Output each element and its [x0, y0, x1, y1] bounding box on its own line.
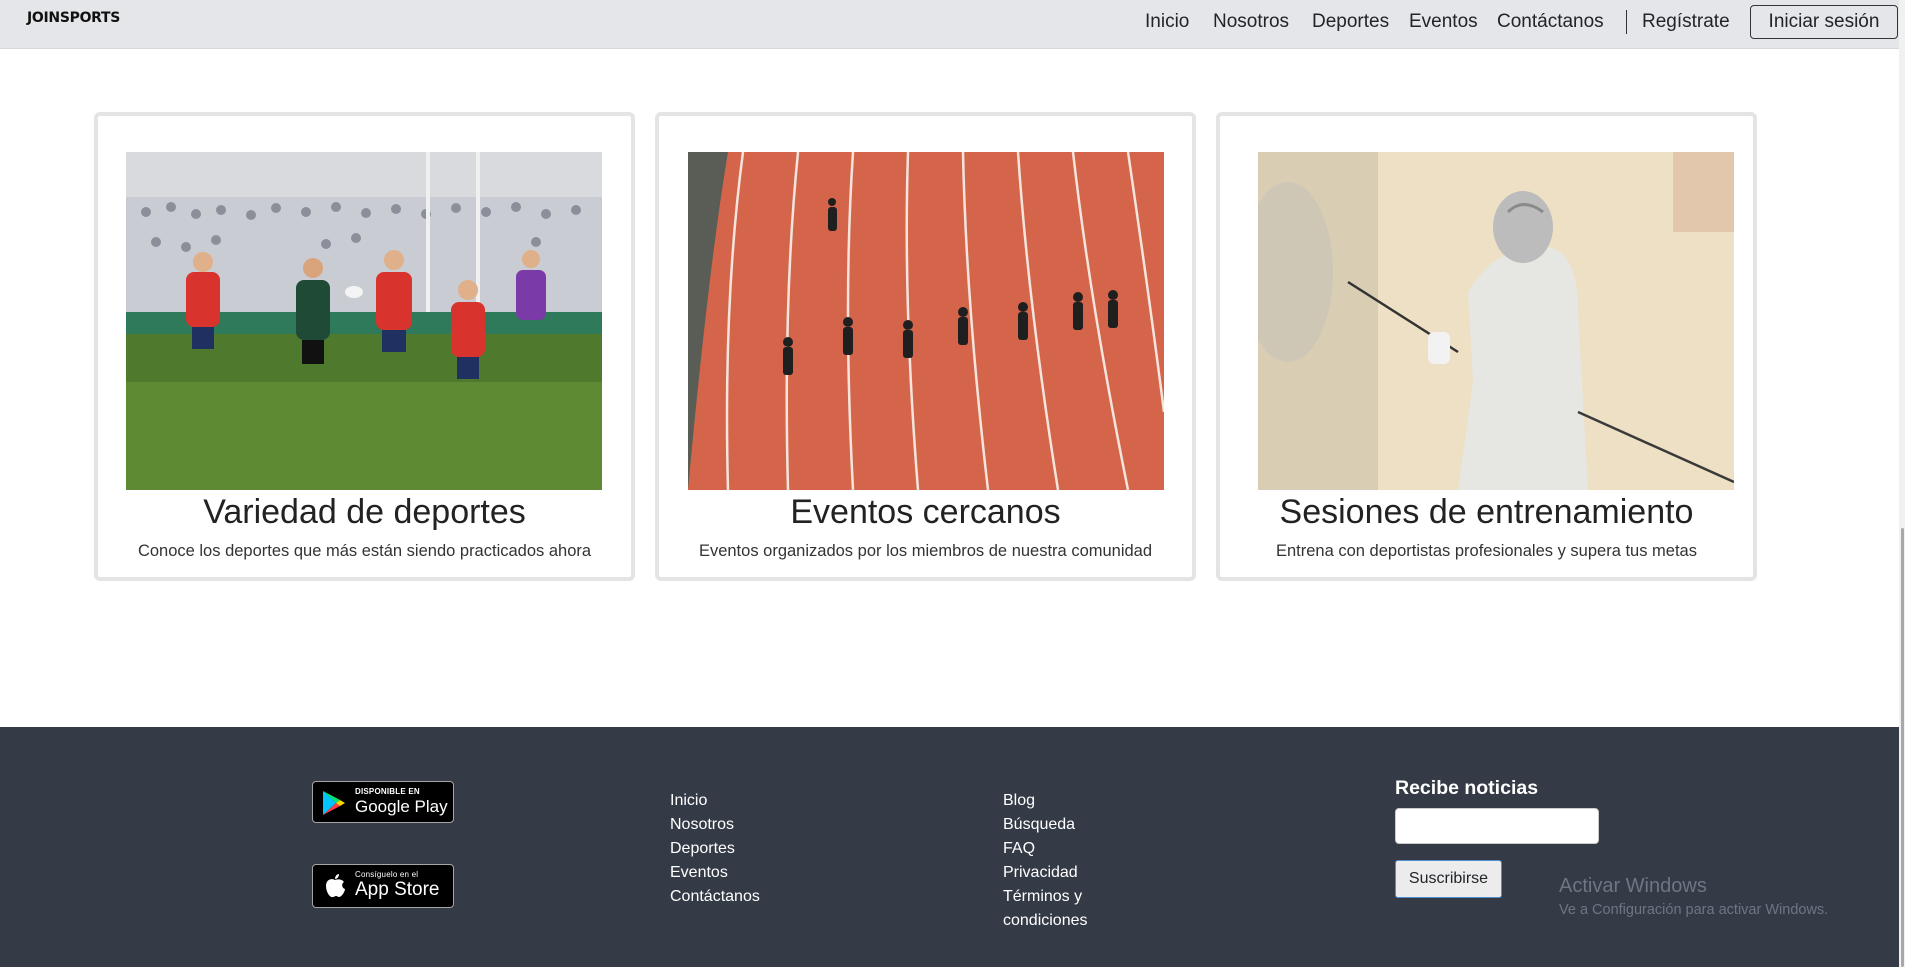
- register-link[interactable]: Regístrate: [1642, 11, 1730, 33]
- footer-link-nosotros[interactable]: Nosotros: [670, 816, 734, 834]
- rugby-photo: [126, 152, 602, 490]
- scrollbar-thumb[interactable]: [1901, 528, 1904, 967]
- card-title: Variedad de deportes: [203, 493, 526, 531]
- footer-link-faq[interactable]: FAQ: [1003, 840, 1035, 858]
- card-text: Entrena con deportistas profesionales y …: [1276, 542, 1697, 560]
- nav-inicio[interactable]: Inicio: [1145, 11, 1189, 33]
- card-nearby-events: Eventos cercanos Eventos organizados por…: [655, 112, 1196, 581]
- nav-nosotros[interactable]: Nosotros: [1213, 11, 1289, 33]
- newsletter-email-input[interactable]: [1395, 808, 1599, 844]
- fencing-photo: [1258, 152, 1734, 490]
- footer-link-condiciones[interactable]: condiciones: [1003, 912, 1088, 930]
- google-play-small-text: DISPONIBLE EN: [355, 787, 420, 796]
- app-store-badge[interactable]: Consíguelo en el App Store: [312, 864, 454, 908]
- footer-link-terminos[interactable]: Términos y: [1003, 888, 1082, 906]
- app-store-big-text: App Store: [355, 879, 440, 900]
- newsletter-title: Recibe noticias: [1395, 777, 1539, 799]
- card-sports-variety: Variedad de deportes Conoce los deportes…: [94, 112, 635, 581]
- footer-link-blog[interactable]: Blog: [1003, 792, 1035, 810]
- page-scrollbar[interactable]: [1899, 0, 1905, 967]
- top-navbar: JOINSPORTS Inicio Nosotros Deportes Even…: [0, 0, 1899, 49]
- subscribe-button[interactable]: Suscribirse: [1395, 860, 1502, 898]
- nav-divider: [1626, 10, 1627, 34]
- brand-logo[interactable]: JOINSPORTS: [27, 10, 120, 26]
- footer-link-privacidad[interactable]: Privacidad: [1003, 864, 1078, 882]
- google-play-icon: [323, 791, 345, 815]
- google-play-badge[interactable]: DISPONIBLE EN Google Play: [312, 781, 454, 823]
- card-text: Conoce los deportes que más están siendo…: [137, 542, 592, 560]
- windows-activation-title: Activar Windows: [1559, 875, 1707, 897]
- app-store-small-text: Consíguelo en el: [355, 870, 419, 879]
- apple-icon: [326, 874, 345, 898]
- footer-link-contactanos[interactable]: Contáctanos: [670, 888, 760, 906]
- login-button[interactable]: Iniciar sesión: [1750, 5, 1898, 39]
- google-play-big-text: Google Play: [355, 797, 448, 816]
- card-title: Sesiones de entrenamiento: [1279, 493, 1694, 531]
- nav-contactanos[interactable]: Contáctanos: [1497, 11, 1604, 33]
- athletics-track-photo: [688, 152, 1164, 490]
- footer-link-eventos[interactable]: Eventos: [670, 864, 728, 882]
- nav-eventos[interactable]: Eventos: [1409, 11, 1478, 33]
- card-text: Eventos organizados por los miembros de …: [698, 542, 1153, 560]
- card-title: Eventos cercanos: [790, 493, 1061, 531]
- windows-activation-subtitle: Ve a Configuración para activar Windows.: [1559, 902, 1829, 918]
- footer-link-busqueda[interactable]: Búsqueda: [1003, 816, 1075, 834]
- card-training-sessions: Sesiones de entrenamiento Entrena con de…: [1216, 112, 1757, 581]
- site-footer: DISPONIBLE EN Google Play Consíguelo en …: [0, 727, 1899, 967]
- footer-link-deportes[interactable]: Deportes: [670, 840, 735, 858]
- nav-deportes[interactable]: Deportes: [1312, 11, 1389, 33]
- footer-link-inicio[interactable]: Inicio: [670, 792, 707, 810]
